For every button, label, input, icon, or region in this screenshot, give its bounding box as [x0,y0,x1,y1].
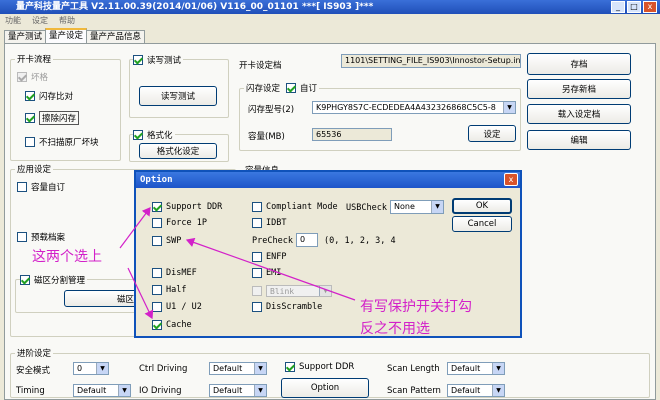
arrow-to-swp [185,237,356,301]
arrow-to-cache [127,267,154,320]
annotation-right-line2: 反之不用选 [360,321,430,337]
arrow-to-support-ddr [119,207,151,249]
annotation-left: 这两个选上 [32,249,102,265]
annotation-arrows [119,207,356,320]
annotation-right-line1: 有写保护开关打勾 [360,299,472,315]
